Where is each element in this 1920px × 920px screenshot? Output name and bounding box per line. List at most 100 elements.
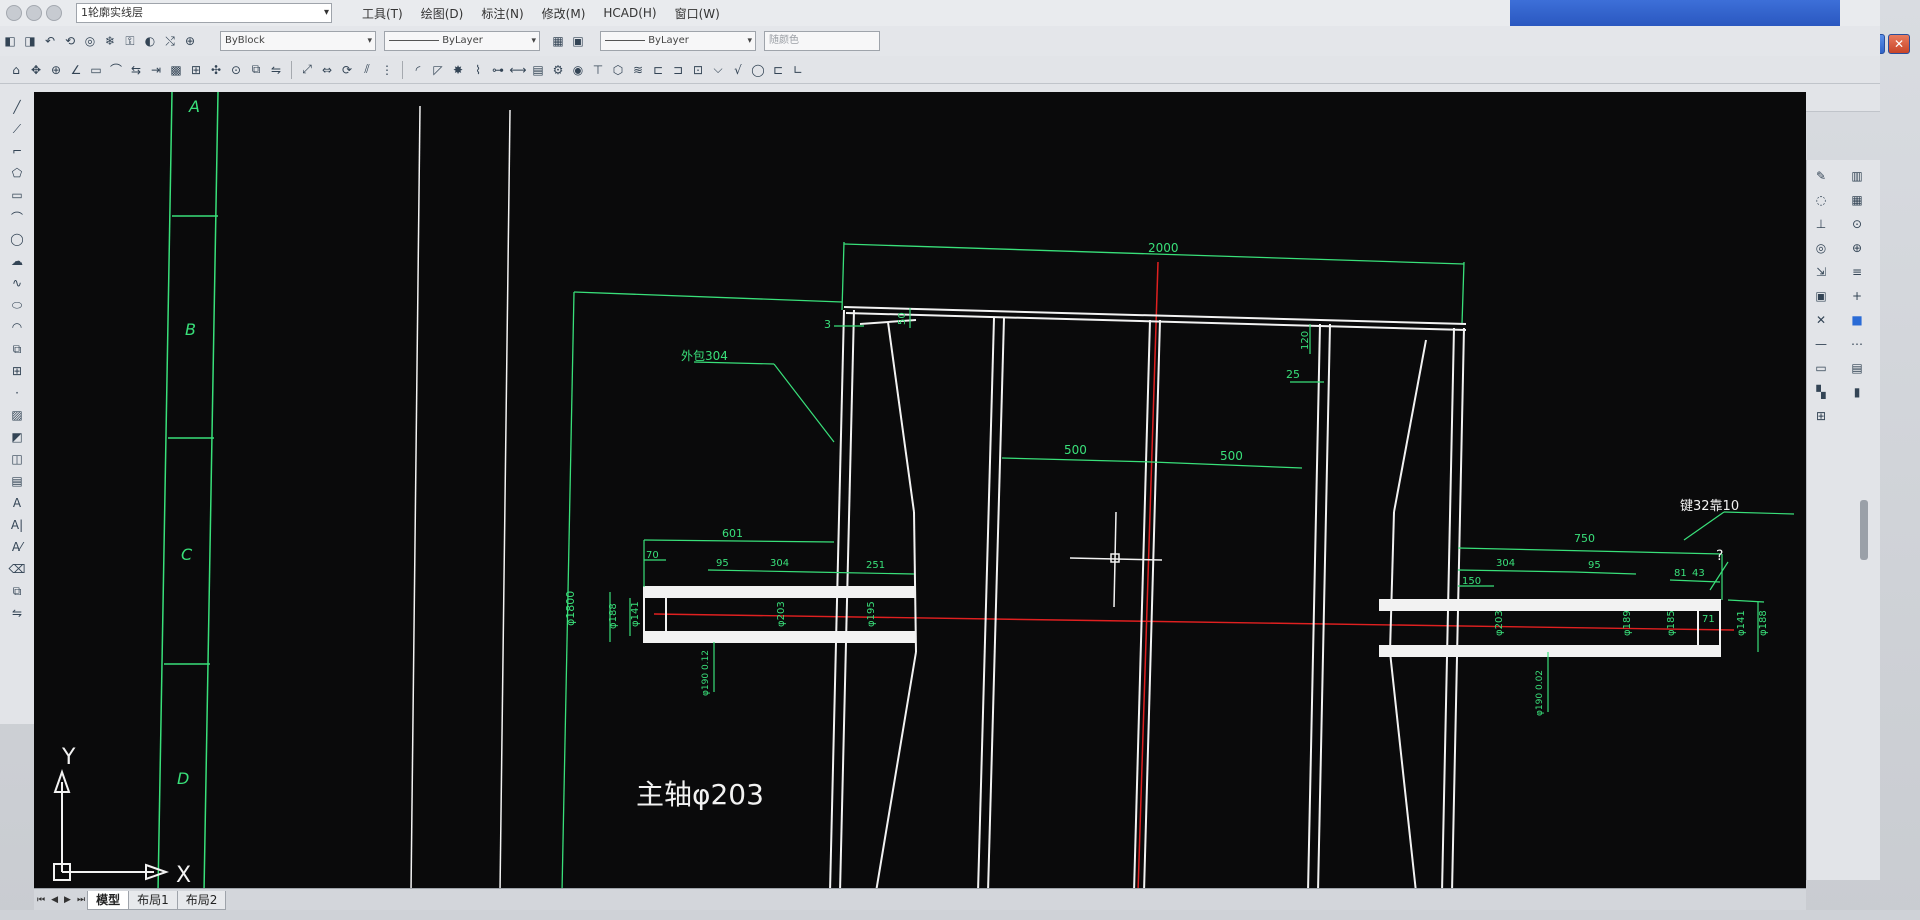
menu-dimension[interactable]: 标注(N) bbox=[481, 5, 523, 22]
pen-icon[interactable]: ✎ bbox=[1813, 168, 1829, 184]
dyn-icon[interactable]: ⇲ bbox=[1813, 264, 1829, 280]
next-tab-icon[interactable]: ▶ bbox=[64, 895, 71, 905]
mtext-icon[interactable]: A| bbox=[9, 517, 25, 533]
insert-block-icon[interactable]: ⧉ bbox=[9, 341, 25, 357]
chamfer-icon[interactable]: ◸ bbox=[430, 62, 446, 78]
polygon-icon[interactable]: ⬠ bbox=[9, 165, 25, 181]
otrack-icon[interactable]: ⊕ bbox=[1849, 240, 1865, 256]
polyline-icon[interactable]: ⌐ bbox=[9, 143, 25, 159]
fillet-icon[interactable]: ◜ bbox=[410, 62, 426, 78]
rectangle-icon[interactable]: ▭ bbox=[9, 187, 25, 203]
quick-save-icon[interactable] bbox=[46, 5, 62, 21]
gradient-icon[interactable]: ◩ bbox=[9, 429, 25, 445]
offset-icon[interactable]: ⫽ bbox=[359, 62, 375, 78]
bolt-icon[interactable]: ⊤ bbox=[590, 62, 606, 78]
arc-icon[interactable]: ⌒ bbox=[108, 62, 124, 78]
layer-manager-icon[interactable]: ◧ bbox=[2, 33, 18, 49]
grid-icon[interactable]: ▦ bbox=[1849, 192, 1865, 208]
lengthen-icon[interactable]: ⟷ bbox=[509, 62, 526, 78]
rectangle-icon[interactable]: ▭ bbox=[88, 62, 104, 78]
spring-icon[interactable]: ≋ bbox=[630, 62, 646, 78]
hatch-icon[interactable]: ▤ bbox=[530, 62, 546, 78]
make-block-icon[interactable]: ⊞ bbox=[9, 363, 25, 379]
first-tab-icon[interactable]: ⏮ bbox=[37, 895, 45, 905]
layer-merge-icon[interactable]: ⊕ bbox=[182, 33, 198, 49]
text-style-icon[interactable]: A⁄ bbox=[9, 539, 25, 555]
ellipse-icon[interactable]: ⬭ bbox=[9, 297, 25, 313]
spline-icon[interactable]: ∿ bbox=[9, 275, 25, 291]
layer-match-icon[interactable]: ⟲ bbox=[62, 33, 78, 49]
xline-icon[interactable]: ⟋ bbox=[9, 121, 25, 137]
color-dropdown[interactable]: ByBlock ▾ bbox=[220, 31, 376, 51]
ortho-icon[interactable]: ⊥ bbox=[1813, 216, 1829, 232]
linetype-dropdown[interactable]: ByLayer ▾ bbox=[384, 31, 540, 51]
layer-iso-icon[interactable]: ◎ bbox=[82, 33, 98, 49]
mirror-icon[interactable]: ⇋ bbox=[9, 605, 25, 621]
break-icon[interactable]: ⌇ bbox=[470, 62, 486, 78]
dots-icon[interactable]: ⋯ bbox=[1849, 336, 1865, 352]
window-icon[interactable]: ▭ bbox=[1813, 360, 1829, 376]
erase-icon[interactable]: ⌫ bbox=[9, 561, 26, 577]
explode-icon[interactable]: ✸ bbox=[450, 62, 466, 78]
shaft-icon[interactable]: ⊏ bbox=[650, 62, 666, 78]
disk-icon[interactable]: ▣ bbox=[570, 33, 586, 49]
keyway-icon[interactable]: ⊐ bbox=[670, 62, 686, 78]
close-button[interactable]: ✕ bbox=[1888, 34, 1910, 54]
print-icon[interactable]: ▦ bbox=[550, 33, 566, 49]
layer-state-icon[interactable]: ◨ bbox=[22, 33, 38, 49]
layer-dropdown[interactable]: 1轮廓实线层 ▾ bbox=[76, 3, 332, 23]
model-icon[interactable]: ▣ bbox=[1813, 288, 1829, 304]
rotate-icon[interactable]: ⟳ bbox=[339, 62, 355, 78]
layer-icon[interactable]: ▥ bbox=[1849, 168, 1865, 184]
hole-icon[interactable]: ◯ bbox=[750, 62, 766, 78]
bars-icon[interactable]: ▮ bbox=[1849, 384, 1865, 400]
layer-walk-icon[interactable]: ⤭ bbox=[162, 33, 178, 49]
drawing-canvas[interactable]: A B C D 2000 3 50 120 25 500 500 外包304 φ… bbox=[34, 92, 1806, 898]
trim-icon[interactable]: ⇆ bbox=[128, 62, 144, 78]
table-icon[interactable]: ▤ bbox=[9, 473, 25, 489]
stretch-icon[interactable]: ⇔ bbox=[319, 62, 335, 78]
tile-icon[interactable]: ▚ bbox=[1813, 384, 1829, 400]
snap-icon[interactable]: ◌ bbox=[1813, 192, 1829, 208]
prev-tab-icon[interactable]: ◀ bbox=[51, 895, 58, 905]
last-tab-icon[interactable]: ⏭ bbox=[77, 895, 85, 905]
region-icon[interactable]: ◫ bbox=[9, 451, 25, 467]
plotstyle-dropdown[interactable]: 随颜色 bbox=[764, 31, 880, 51]
layer-previous-icon[interactable]: ↶ bbox=[42, 33, 58, 49]
scale-icon[interactable]: ⤢ bbox=[299, 62, 315, 78]
x-icon[interactable]: ✕ bbox=[1813, 312, 1829, 328]
layer-off-icon[interactable]: ◐ bbox=[142, 33, 158, 49]
frame-icon[interactable]: ⊏ bbox=[770, 62, 786, 78]
blue-square-icon[interactable]: ■ bbox=[1849, 312, 1865, 328]
gear-icon[interactable]: ⚙ bbox=[550, 62, 566, 78]
plus-icon[interactable]: + bbox=[1849, 288, 1865, 304]
right-scrollbar-thumb[interactable] bbox=[1860, 500, 1868, 560]
hatch-icon[interactable]: ▨ bbox=[9, 407, 25, 423]
section-icon[interactable]: ⊡ bbox=[690, 62, 706, 78]
polar-icon[interactable]: ◎ bbox=[1813, 240, 1829, 256]
point-icon[interactable]: · bbox=[9, 385, 25, 401]
tab-layout1[interactable]: 布局1 bbox=[128, 890, 178, 910]
circle-icon[interactable]: ◯ bbox=[9, 231, 25, 247]
zoom-icon[interactable]: ⊙ bbox=[228, 62, 244, 78]
cloud-icon[interactable]: ☁ bbox=[9, 253, 25, 269]
menu-draw[interactable]: 绘图(D) bbox=[421, 5, 464, 22]
bearing-icon[interactable]: ◉ bbox=[570, 62, 586, 78]
dash-icon[interactable]: — bbox=[1813, 336, 1829, 352]
target-icon[interactable]: ⊕ bbox=[48, 62, 64, 78]
layer-lock-icon[interactable]: ⚿ bbox=[122, 33, 138, 49]
corner-icon[interactable]: ∟ bbox=[790, 62, 806, 78]
angle-icon[interactable]: ∠ bbox=[68, 62, 84, 78]
new-file-icon[interactable]: ⌂ bbox=[8, 62, 24, 78]
lwt-icon[interactable]: ≡ bbox=[1849, 264, 1865, 280]
menu-tools[interactable]: 工具(T) bbox=[362, 5, 403, 22]
text-icon[interactable]: A bbox=[9, 495, 25, 511]
copy-icon[interactable]: ⧉ bbox=[9, 583, 25, 599]
quick-new-icon[interactable] bbox=[6, 5, 22, 21]
join-icon[interactable]: ⊶ bbox=[490, 62, 506, 78]
tab-layout2[interactable]: 布局2 bbox=[176, 890, 227, 910]
surface-icon[interactable]: √ bbox=[730, 62, 746, 78]
ellipse-arc-icon[interactable]: ◠ bbox=[9, 319, 25, 335]
quick-open-icon[interactable] bbox=[26, 5, 42, 21]
arc-icon[interactable]: ⌒ bbox=[9, 209, 25, 225]
